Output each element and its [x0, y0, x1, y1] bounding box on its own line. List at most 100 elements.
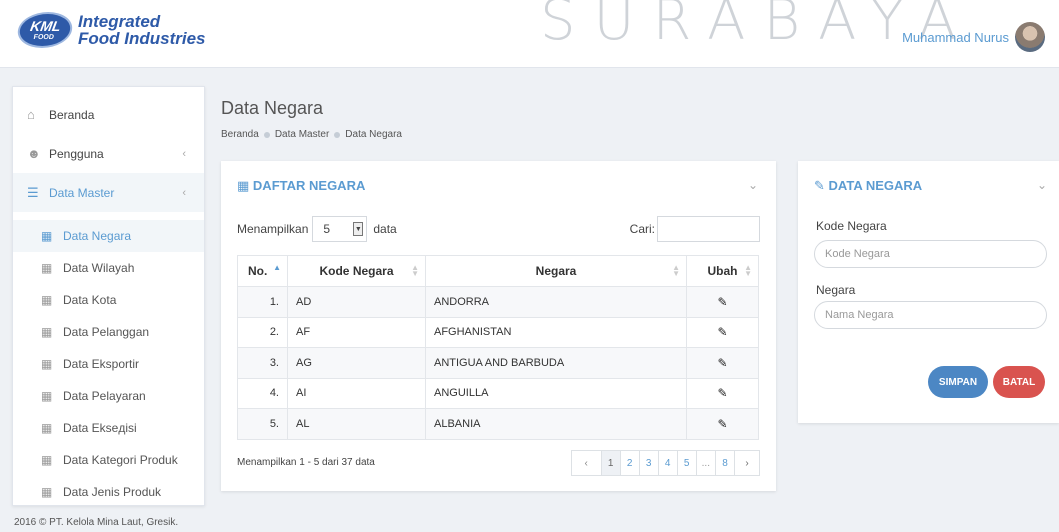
- page-title: Data Negara: [221, 98, 324, 118]
- user-name: Muhammad Nurus: [902, 29, 1009, 45]
- table-icon: ▦: [41, 485, 53, 499]
- cell-no: 2.: [237, 316, 288, 348]
- table-row: 1. AD ANDORRA ✎: [237, 286, 759, 318]
- breadcrumb-link-data-master[interactable]: Data Master: [275, 129, 329, 140]
- table-row: 2. AF AFGHANISTAN ✎: [237, 316, 759, 348]
- sidebar-item-label: Beranda: [49, 107, 95, 122]
- logo-line-1: Integrated: [78, 12, 161, 31]
- sidebar-subitem-data-pelayaran[interactable]: ▦ Data Pelayaran: [13, 380, 204, 412]
- column-header-ubah[interactable]: Ubah ▲ ▼: [686, 255, 759, 287]
- sidebar-item-pengguna[interactable]: ☻ Pengguna ‹: [13, 134, 204, 173]
- cell-kode: AG: [287, 347, 426, 379]
- user-menu[interactable]: Muhammad Nurus: [902, 22, 1045, 52]
- search-label: Cari:: [629, 222, 655, 236]
- edit-pencil-icon[interactable]: ✎: [717, 356, 727, 370]
- panel-title-text: DAFTAR NEGARA: [252, 178, 366, 193]
- sidebar-subitem-label: Data Negara: [63, 229, 132, 243]
- page-length-control: Menampilkan 5 ▼ data: [237, 216, 397, 242]
- pagination-page-8[interactable]: 8: [716, 451, 735, 475]
- sidebar-subitem-data-eksportir[interactable]: ▦ Data Eksportir: [13, 348, 204, 380]
- kode-negara-label: Kode Negara: [816, 219, 887, 233]
- breadcrumb-separator-icon: [334, 131, 341, 138]
- cell-negara: AFGHANISTAN: [425, 316, 687, 348]
- pagination-prev-button[interactable]: ‹: [572, 451, 602, 475]
- column-header-label: Negara: [535, 264, 577, 278]
- pagination-page-3[interactable]: 3: [640, 451, 659, 475]
- sort-icon: ▲ ▼: [672, 263, 680, 278]
- users-icon: ☻: [27, 146, 41, 161]
- column-header-no[interactable]: No. ▲: [237, 255, 288, 287]
- edit-pencil-icon[interactable]: ✎: [717, 386, 727, 400]
- pagination-page-2[interactable]: 2: [621, 451, 640, 475]
- sidebar-item-beranda[interactable]: ⌂ Beranda: [13, 95, 204, 134]
- pagination-page-1[interactable]: 1: [601, 451, 621, 475]
- negara-label: Negara: [816, 283, 856, 297]
- column-header-kode[interactable]: Kode Negara ▲ ▼: [287, 255, 426, 287]
- sidebar-subitem-data-negara[interactable]: ▦ Data Negara: [13, 220, 204, 252]
- sidebar-subitem-label: Data Pelayaran: [63, 389, 146, 403]
- sidebar-subitem-data-kota[interactable]: ▦ Data Kota: [13, 284, 204, 316]
- logo-badge-subtext: FOOD: [32, 34, 55, 41]
- pagination-page-5[interactable]: 5: [678, 451, 697, 475]
- panel-title: ▦ DAFTAR NEGARA: [237, 178, 365, 194]
- footer-copyright: 2016 © PT. Kelola Mina Laut, Gresik.: [14, 517, 179, 528]
- sidebar-subitem-data-pelanggan[interactable]: ▦ Data Pelanggan: [13, 316, 204, 348]
- pagination-page-4[interactable]: 4: [659, 451, 678, 475]
- table-icon: ▦: [41, 421, 53, 435]
- cancel-button[interactable]: BATAL: [993, 366, 1045, 398]
- sidebar-subitem-label: Data Wilayah: [63, 261, 135, 275]
- sidebar-item-label: Pengguna: [49, 146, 104, 161]
- page-length-select[interactable]: 5 ▼: [312, 216, 368, 242]
- sort-icon: ▲ ▼: [411, 263, 419, 278]
- negara-input[interactable]: Nama Negara: [814, 301, 1047, 329]
- column-header-label: Ubah: [707, 264, 738, 278]
- cell-ubah: ✎: [686, 286, 759, 318]
- column-header-label: Kode Negara: [319, 264, 394, 278]
- sidebar-subitem-label: Data Kategori Produk: [63, 453, 178, 467]
- column-header-negara[interactable]: Negara ▲ ▼: [425, 255, 687, 287]
- cell-kode: AL: [287, 408, 426, 440]
- kml-logo-badge: KML FOOD: [14, 12, 76, 48]
- cell-ubah: ✎: [686, 316, 759, 348]
- cell-ubah: ✎: [686, 377, 759, 409]
- sidebar-subitem-data-wilayah[interactable]: ▦ Data Wilayah: [13, 252, 204, 284]
- search-control: Cari:: [630, 216, 760, 242]
- company-logo[interactable]: KML FOOD Integrated Food Industries: [14, 12, 206, 48]
- sidebar-subitem-label: Data Eksportir: [63, 357, 140, 371]
- breadcrumb-link-beranda[interactable]: Beranda: [221, 129, 259, 140]
- sidebar-subitem-data-kategori-produk[interactable]: ▦ Data Kategori Produk: [13, 444, 204, 476]
- cell-ubah: ✎: [686, 408, 759, 440]
- cell-no: 5.: [237, 408, 288, 440]
- kode-negara-input[interactable]: Kode Negara: [814, 240, 1047, 268]
- sort-icon: ▲ ▼: [744, 263, 752, 278]
- save-button[interactable]: SIMPAN: [928, 366, 988, 398]
- pagination-next-button[interactable]: ›: [735, 451, 759, 475]
- table-icon: ▦: [41, 261, 53, 275]
- breadcrumb-current: Data Negara: [345, 129, 402, 140]
- table-row: 5. AL ALBANIA ✎: [237, 408, 759, 440]
- sidebar-item-data-master[interactable]: ☰ Data Master ‹: [13, 173, 204, 212]
- database-icon: ☰: [27, 184, 39, 200]
- sidebar-subitem-data-ekspedisi[interactable]: ▦ Data Ekseдisi: [13, 412, 204, 444]
- edit-pencil-icon[interactable]: ✎: [717, 295, 727, 309]
- cell-negara: ANDORRA: [425, 286, 687, 318]
- table-icon: ▦: [237, 178, 250, 193]
- pagination-ellipsis: ...: [697, 451, 716, 475]
- table-icon: ▦: [41, 293, 53, 307]
- cell-no: 1.: [237, 286, 288, 318]
- top-header: KML FOOD Integrated Food Industries SURA…: [0, 0, 1059, 68]
- logo-text: Integrated Food Industries: [78, 13, 206, 47]
- kode-negara-placeholder: Kode Negara: [825, 248, 890, 260]
- sidebar-subitem-label: Data Pelanggan: [63, 325, 150, 339]
- collapse-chevron-icon[interactable]: ⌄: [748, 178, 758, 192]
- negara-placeholder: Nama Negara: [825, 309, 894, 321]
- sidebar-subitem-data-jenis-produk[interactable]: ▦ Data Jenis Produk: [13, 476, 204, 508]
- edit-pencil-icon[interactable]: ✎: [717, 417, 727, 431]
- collapse-chevron-icon[interactable]: ⌄: [1037, 178, 1047, 192]
- breadcrumb-separator-icon: [263, 131, 270, 138]
- edit-pencil-icon[interactable]: ✎: [717, 325, 727, 339]
- table-header-row: No. ▲ Kode Negara ▲ ▼ Negara ▲ ▼ Ubah ▲ ▼: [237, 255, 759, 287]
- length-label: Menampilkan: [237, 222, 309, 236]
- table-icon: ▦: [41, 357, 53, 371]
- search-input[interactable]: [657, 216, 760, 242]
